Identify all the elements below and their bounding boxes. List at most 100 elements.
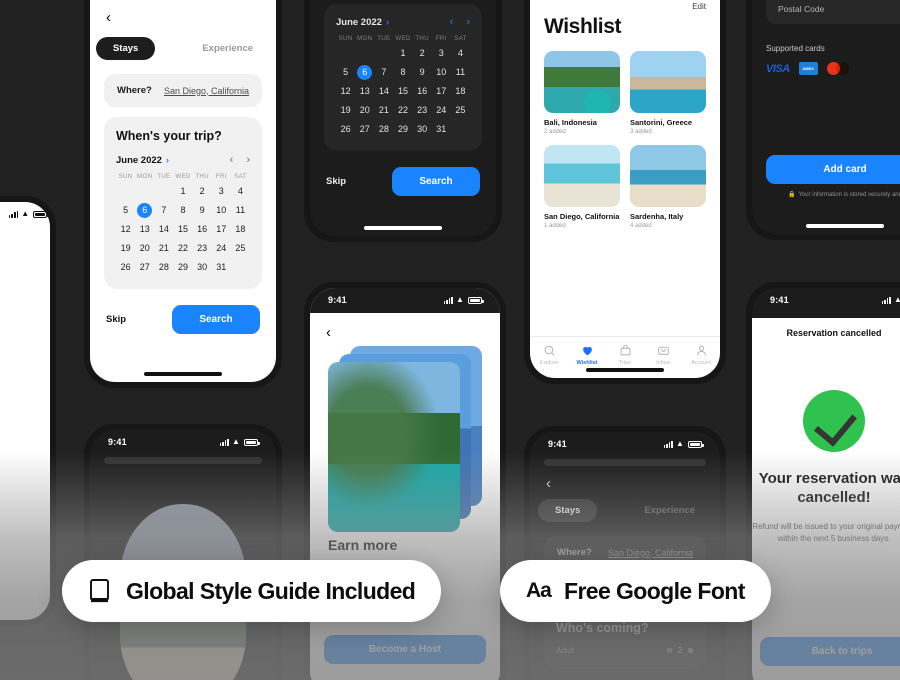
back-button[interactable]: ‹ bbox=[546, 476, 704, 491]
calendar-day[interactable]: 12 bbox=[116, 222, 135, 237]
tab-trips[interactable]: Trips bbox=[606, 344, 644, 366]
calendar-day[interactable]: 17 bbox=[212, 222, 231, 237]
calendar-day[interactable]: 16 bbox=[413, 84, 432, 99]
calendar-day[interactable]: 21 bbox=[154, 241, 173, 256]
tab-experience[interactable]: Experience bbox=[185, 37, 270, 60]
search-button[interactable]: Search bbox=[172, 305, 260, 334]
tab-explore[interactable]: Explore bbox=[530, 344, 568, 366]
wishlist-card[interactable]: Santorini, Greece 3 added bbox=[630, 51, 706, 135]
calendar-day[interactable]: 8 bbox=[393, 65, 412, 80]
calendar-month[interactable]: June 2022 › bbox=[116, 155, 169, 166]
back-button[interactable]: ‹ bbox=[326, 325, 484, 340]
calendar-day[interactable]: 1 bbox=[393, 46, 412, 61]
calendar-day[interactable]: 10 bbox=[432, 65, 451, 80]
calendar-day[interactable]: 9 bbox=[193, 203, 212, 218]
search-button[interactable]: Search bbox=[392, 167, 480, 196]
calendar-day[interactable]: 5 bbox=[336, 65, 355, 80]
calendar-day[interactable]: 18 bbox=[451, 84, 470, 99]
calendar-day[interactable]: 11 bbox=[231, 203, 250, 218]
calendar-day[interactable]: 27 bbox=[355, 122, 374, 137]
calendar-day[interactable]: 3 bbox=[212, 184, 231, 199]
calendar-day[interactable]: 29 bbox=[173, 260, 192, 275]
wishlist-card[interactable]: San Diego, California 1 added bbox=[544, 145, 620, 229]
calendar-prev-button[interactable]: ‹ bbox=[230, 154, 234, 166]
calendar-day[interactable]: 5 bbox=[116, 203, 135, 218]
calendar-day[interactable]: 22 bbox=[393, 103, 412, 118]
calendar-day[interactable]: 9 bbox=[413, 65, 432, 80]
back-to-trips-button[interactable]: Back to trips bbox=[760, 637, 900, 666]
calendar-day[interactable]: 23 bbox=[193, 241, 212, 256]
calendar-next-button[interactable]: › bbox=[246, 154, 250, 166]
tab-stays[interactable]: Stays bbox=[95, 37, 156, 60]
calendar-day[interactable]: 26 bbox=[116, 260, 135, 275]
calendar-day[interactable]: 24 bbox=[212, 241, 231, 256]
calendar-day[interactable]: 20 bbox=[355, 103, 374, 118]
calendar-day[interactable]: 29 bbox=[393, 122, 412, 137]
calendar-day[interactable]: 21 bbox=[374, 103, 393, 118]
calendar-day[interactable]: 2 bbox=[413, 46, 432, 61]
calendar-day[interactable]: 28 bbox=[154, 260, 173, 275]
calendar-day[interactable]: 13 bbox=[135, 222, 154, 237]
calendar-day[interactable]: 18 bbox=[231, 222, 250, 237]
calendar-day[interactable]: 6 bbox=[357, 65, 373, 80]
tab-account[interactable]: Account bbox=[682, 344, 720, 366]
guest-stepper[interactable]: ⊖ 2 ⊕ bbox=[666, 646, 694, 655]
calendar-day[interactable]: 31 bbox=[432, 122, 451, 137]
calendar-day[interactable]: 7 bbox=[374, 65, 393, 80]
calendar-day[interactable]: 4 bbox=[231, 184, 250, 199]
wishlist-card[interactable]: Bali, Indonesia 2 added bbox=[544, 51, 620, 135]
calendar-day[interactable]: 17 bbox=[432, 84, 451, 99]
where-field[interactable]: Where? San Diego, California bbox=[104, 74, 262, 107]
calendar-day[interactable]: 15 bbox=[173, 222, 192, 237]
calendar-day[interactable]: 25 bbox=[451, 103, 470, 118]
calendar-day[interactable]: 11 bbox=[451, 65, 470, 80]
calendar-day[interactable]: 15 bbox=[393, 84, 412, 99]
calendar-day[interactable]: 14 bbox=[154, 222, 173, 237]
tab-experience[interactable]: Experience bbox=[627, 499, 712, 522]
skip-button[interactable]: Skip bbox=[106, 314, 126, 325]
calendar-day[interactable]: 25 bbox=[231, 241, 250, 256]
calendar-day[interactable]: 24 bbox=[432, 103, 451, 118]
calendar-day[interactable]: 31 bbox=[212, 260, 231, 275]
calendar-next-button[interactable]: › bbox=[466, 16, 470, 28]
calendar-day[interactable]: 20 bbox=[135, 241, 154, 256]
calendar-day[interactable]: 10 bbox=[212, 203, 231, 218]
tab-stays[interactable]: Stays bbox=[537, 499, 598, 522]
back-button[interactable]: ‹ bbox=[106, 10, 260, 25]
become-a-host-button[interactable]: Become a Host bbox=[324, 635, 486, 664]
edit-button[interactable]: Edit bbox=[530, 2, 720, 11]
calendar-day[interactable]: 30 bbox=[193, 260, 212, 275]
calendar-day[interactable]: 30 bbox=[413, 122, 432, 137]
decrement-button[interactable]: ⊖ bbox=[666, 646, 673, 655]
calendar-day[interactable]: 16 bbox=[193, 222, 212, 237]
calendar-day[interactable]: 12 bbox=[336, 84, 355, 99]
calendar-day[interactable]: 28 bbox=[374, 122, 393, 137]
add-card-button[interactable]: Add card bbox=[766, 155, 900, 184]
calendar-day[interactable]: 14 bbox=[374, 84, 393, 99]
postal-code-input[interactable]: Postal Code bbox=[766, 0, 900, 24]
calendar-day[interactable]: 23 bbox=[413, 103, 432, 118]
calendar-days[interactable]: 0001234567891011121314151617181920212223… bbox=[116, 184, 250, 275]
calendar-day[interactable]: 4 bbox=[451, 46, 470, 61]
wishlist-card[interactable]: Sardenha, Italy 4 added bbox=[630, 145, 706, 229]
calendar-day[interactable]: 8 bbox=[173, 203, 192, 218]
calendar-day[interactable]: 19 bbox=[116, 241, 135, 256]
calendar-day[interactable]: 7 bbox=[154, 203, 173, 218]
calendar-day[interactable]: 26 bbox=[336, 122, 355, 137]
calendar-day[interactable]: 22 bbox=[173, 241, 192, 256]
drag-handle[interactable] bbox=[544, 459, 706, 466]
skip-button[interactable]: Skip bbox=[326, 176, 346, 187]
calendar-prev-button[interactable]: ‹ bbox=[450, 16, 454, 28]
calendar-day[interactable]: 27 bbox=[135, 260, 154, 275]
increment-button[interactable]: ⊕ bbox=[687, 646, 694, 655]
tab-wishlist[interactable]: Wishlist bbox=[568, 344, 606, 366]
calendar-days-dark[interactable]: 0001234567891011121314151617181920212223… bbox=[336, 46, 470, 137]
tab-inbox[interactable]: Inbox bbox=[644, 344, 682, 366]
calendar-day[interactable]: 1 bbox=[173, 184, 192, 199]
calendar-month-dark[interactable]: June 2022 › bbox=[336, 17, 389, 28]
calendar-day[interactable]: 2 bbox=[193, 184, 212, 199]
calendar-day[interactable]: 3 bbox=[432, 46, 451, 61]
calendar-day[interactable]: 13 bbox=[355, 84, 374, 99]
calendar-day[interactable]: 19 bbox=[336, 103, 355, 118]
calendar-day[interactable]: 6 bbox=[137, 203, 153, 218]
